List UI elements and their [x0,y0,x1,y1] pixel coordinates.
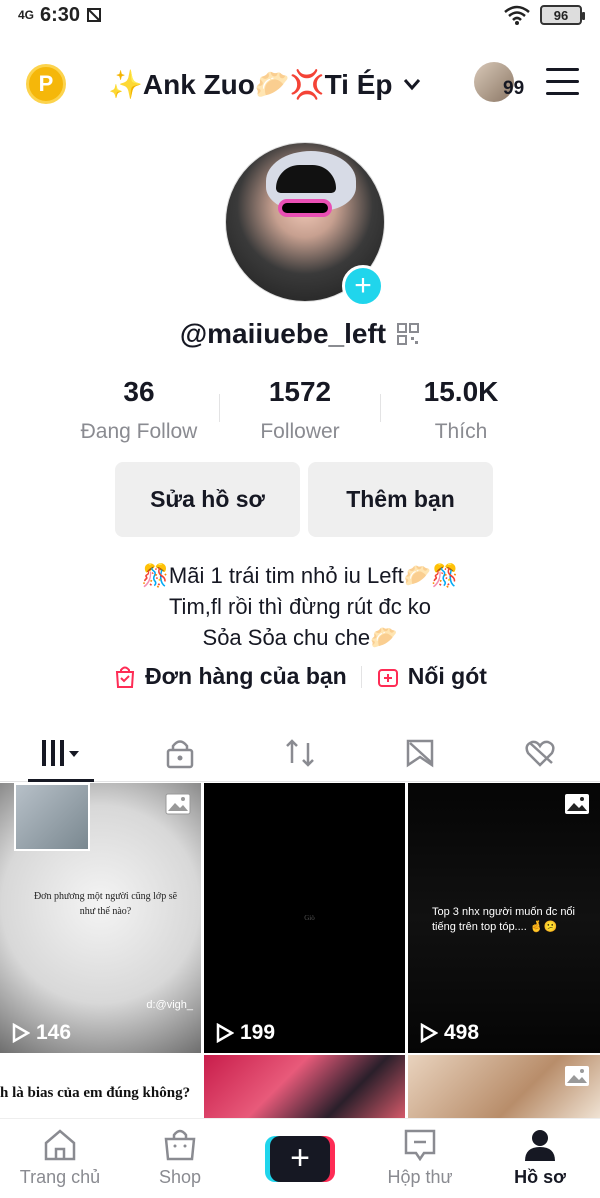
content-tabs [0,724,600,782]
following-stat[interactable]: 36 Đang Follow [59,376,219,444]
bio-line: 🎊Mãi 1 trái tim nhỏ iu Left🥟🎊 [141,563,459,588]
profile-actions: Sửa hồ sơ Thêm bạn [115,462,493,537]
shopping-bag-icon [115,666,135,688]
play-icon [216,1023,234,1043]
username-row: @maiiuebe_left [0,318,600,350]
account-title: ✨Ank Zuo🥟💢Ti Ép [108,68,393,100]
followers-stat[interactable]: 1572 Follower [220,376,380,444]
view-count: 146 [12,1021,71,1045]
coin-icon[interactable]: P [26,64,66,104]
add-label: Nối gót [407,663,487,689]
nav-profile[interactable]: Hồ sơ [480,1119,600,1198]
view-count-value: 498 [444,1021,480,1044]
nav-shop-label: Shop [158,1167,202,1187]
create-button[interactable]: + [265,1135,335,1182]
edit-profile-button[interactable]: Sửa hồ sơ [115,462,300,537]
tile-watermark: d:@vigh_ [146,999,193,1011]
video-tile[interactable]: Giò 199 [204,783,405,1053]
shop-links: Đơn hàng của bạn Nối gót [0,663,600,690]
orders-label: Đơn hàng của bạn [145,663,347,689]
tile-caption: Giò [304,914,315,922]
nav-shop[interactable]: Shop [120,1119,240,1198]
add-avatar-button[interactable]: + [342,265,384,307]
video-tile[interactable]: Đơn phương một người cũng lớp sẽ như thế… [0,783,201,1053]
bookmark-hidden-icon [406,739,434,767]
bio-line: Sỏa Sỏa chu che🥟 [202,625,398,650]
followers-label: Follower [260,420,340,443]
photo-mode-icon [565,1066,589,1086]
status-bar: 4G 6:30 96 [0,0,600,30]
battery-indicator: 96 [540,5,585,25]
add-friend-button[interactable]: Thêm bạn [308,462,493,537]
profile-stats: 36 Đang Follow 1572 Follower 15.0K Thích [0,376,600,444]
followers-count: 1572 [268,376,332,407]
grid-icon [42,739,79,766]
profile-header: P ✨Ank Zuo🥟💢Ti Ép 99 [0,56,600,112]
profile-bio: 🎊Mãi 1 trái tim nhỏ iu Left🥟🎊 Tim,fl rồi… [0,560,600,653]
plus-icon: + [270,1135,330,1182]
menu-icon[interactable] [546,68,579,96]
notification-count: 99 [503,78,525,99]
shop-divider [360,665,362,688]
shop-bag-icon [164,1129,196,1161]
likes-stat[interactable]: 15.0K Thích [381,376,541,444]
orders-link[interactable]: Đơn hàng của bạn [113,663,347,690]
add-link[interactable]: Nối gót [376,663,487,690]
profile-icon [525,1130,555,1161]
likes-label: Thích [434,420,488,443]
nav-create[interactable]: + [240,1119,360,1198]
video-tile[interactable]: h là bias của em đúng không? [0,1055,201,1119]
view-count-value: 146 [36,1021,72,1044]
chevron-down-icon [403,79,420,91]
photo-mode-icon [165,793,191,815]
view-count: 199 [216,1021,275,1045]
video-tile[interactable] [204,1055,405,1119]
inbox-icon [404,1129,436,1161]
play-icon [12,1023,30,1043]
username: @maiiuebe_left [179,318,387,349]
lock-icon [166,739,194,768]
view-count: 498 [420,1021,479,1045]
wifi-icon [504,5,530,25]
view-count-value: 199 [240,1021,276,1044]
video-tile[interactable]: Top 3 nhx người muốn đc nổi tiếng trên t… [408,783,600,1053]
tab-videos[interactable] [0,724,120,782]
tile-caption: Top 3 nhx người muốn đc nổi tiếng trên t… [432,906,575,933]
repost-icon [286,738,314,767]
photo-mode-icon [565,794,589,814]
account-switcher[interactable]: ✨Ank Zuo🥟💢Ti Ép [108,64,421,104]
collage-thumbnail [14,783,90,851]
home-icon [44,1129,76,1161]
nav-inbox-label: Hộp thư [387,1167,453,1187]
heart-hidden-icon [525,740,555,767]
nav-profile-label: Hồ sơ [514,1167,566,1187]
bio-line: Tim,fl rồi thì đừng rút đc ko [168,594,432,619]
likes-count: 15.0K [423,376,499,407]
network-indicator: 4G [18,8,35,22]
clock: 6:30 [40,3,81,26]
tab-favorites[interactable] [360,724,480,781]
tab-liked[interactable] [480,724,600,781]
tab-repost[interactable] [240,724,360,781]
qr-code-icon[interactable] [396,322,420,346]
nav-home[interactable]: Trang chủ [0,1119,120,1198]
add-box-icon [377,668,398,687]
following-count: 36 [123,376,155,407]
bottom-nav: Trang chủ Shop + Hộp thư Hồ sơ [0,1118,600,1198]
video-tile[interactable] [408,1055,600,1119]
screenshot-icon [87,8,102,22]
nav-inbox[interactable]: Hộp thư [360,1119,480,1198]
following-label: Đang Follow [80,420,198,443]
tile-caption: h là bias của em đúng không? [0,1085,191,1101]
nav-home-label: Trang chủ [19,1167,101,1187]
play-icon [420,1023,438,1043]
tile-caption: Đơn phương một người cũng lớp sẽ như thế… [33,891,178,917]
tab-private[interactable] [120,724,240,781]
